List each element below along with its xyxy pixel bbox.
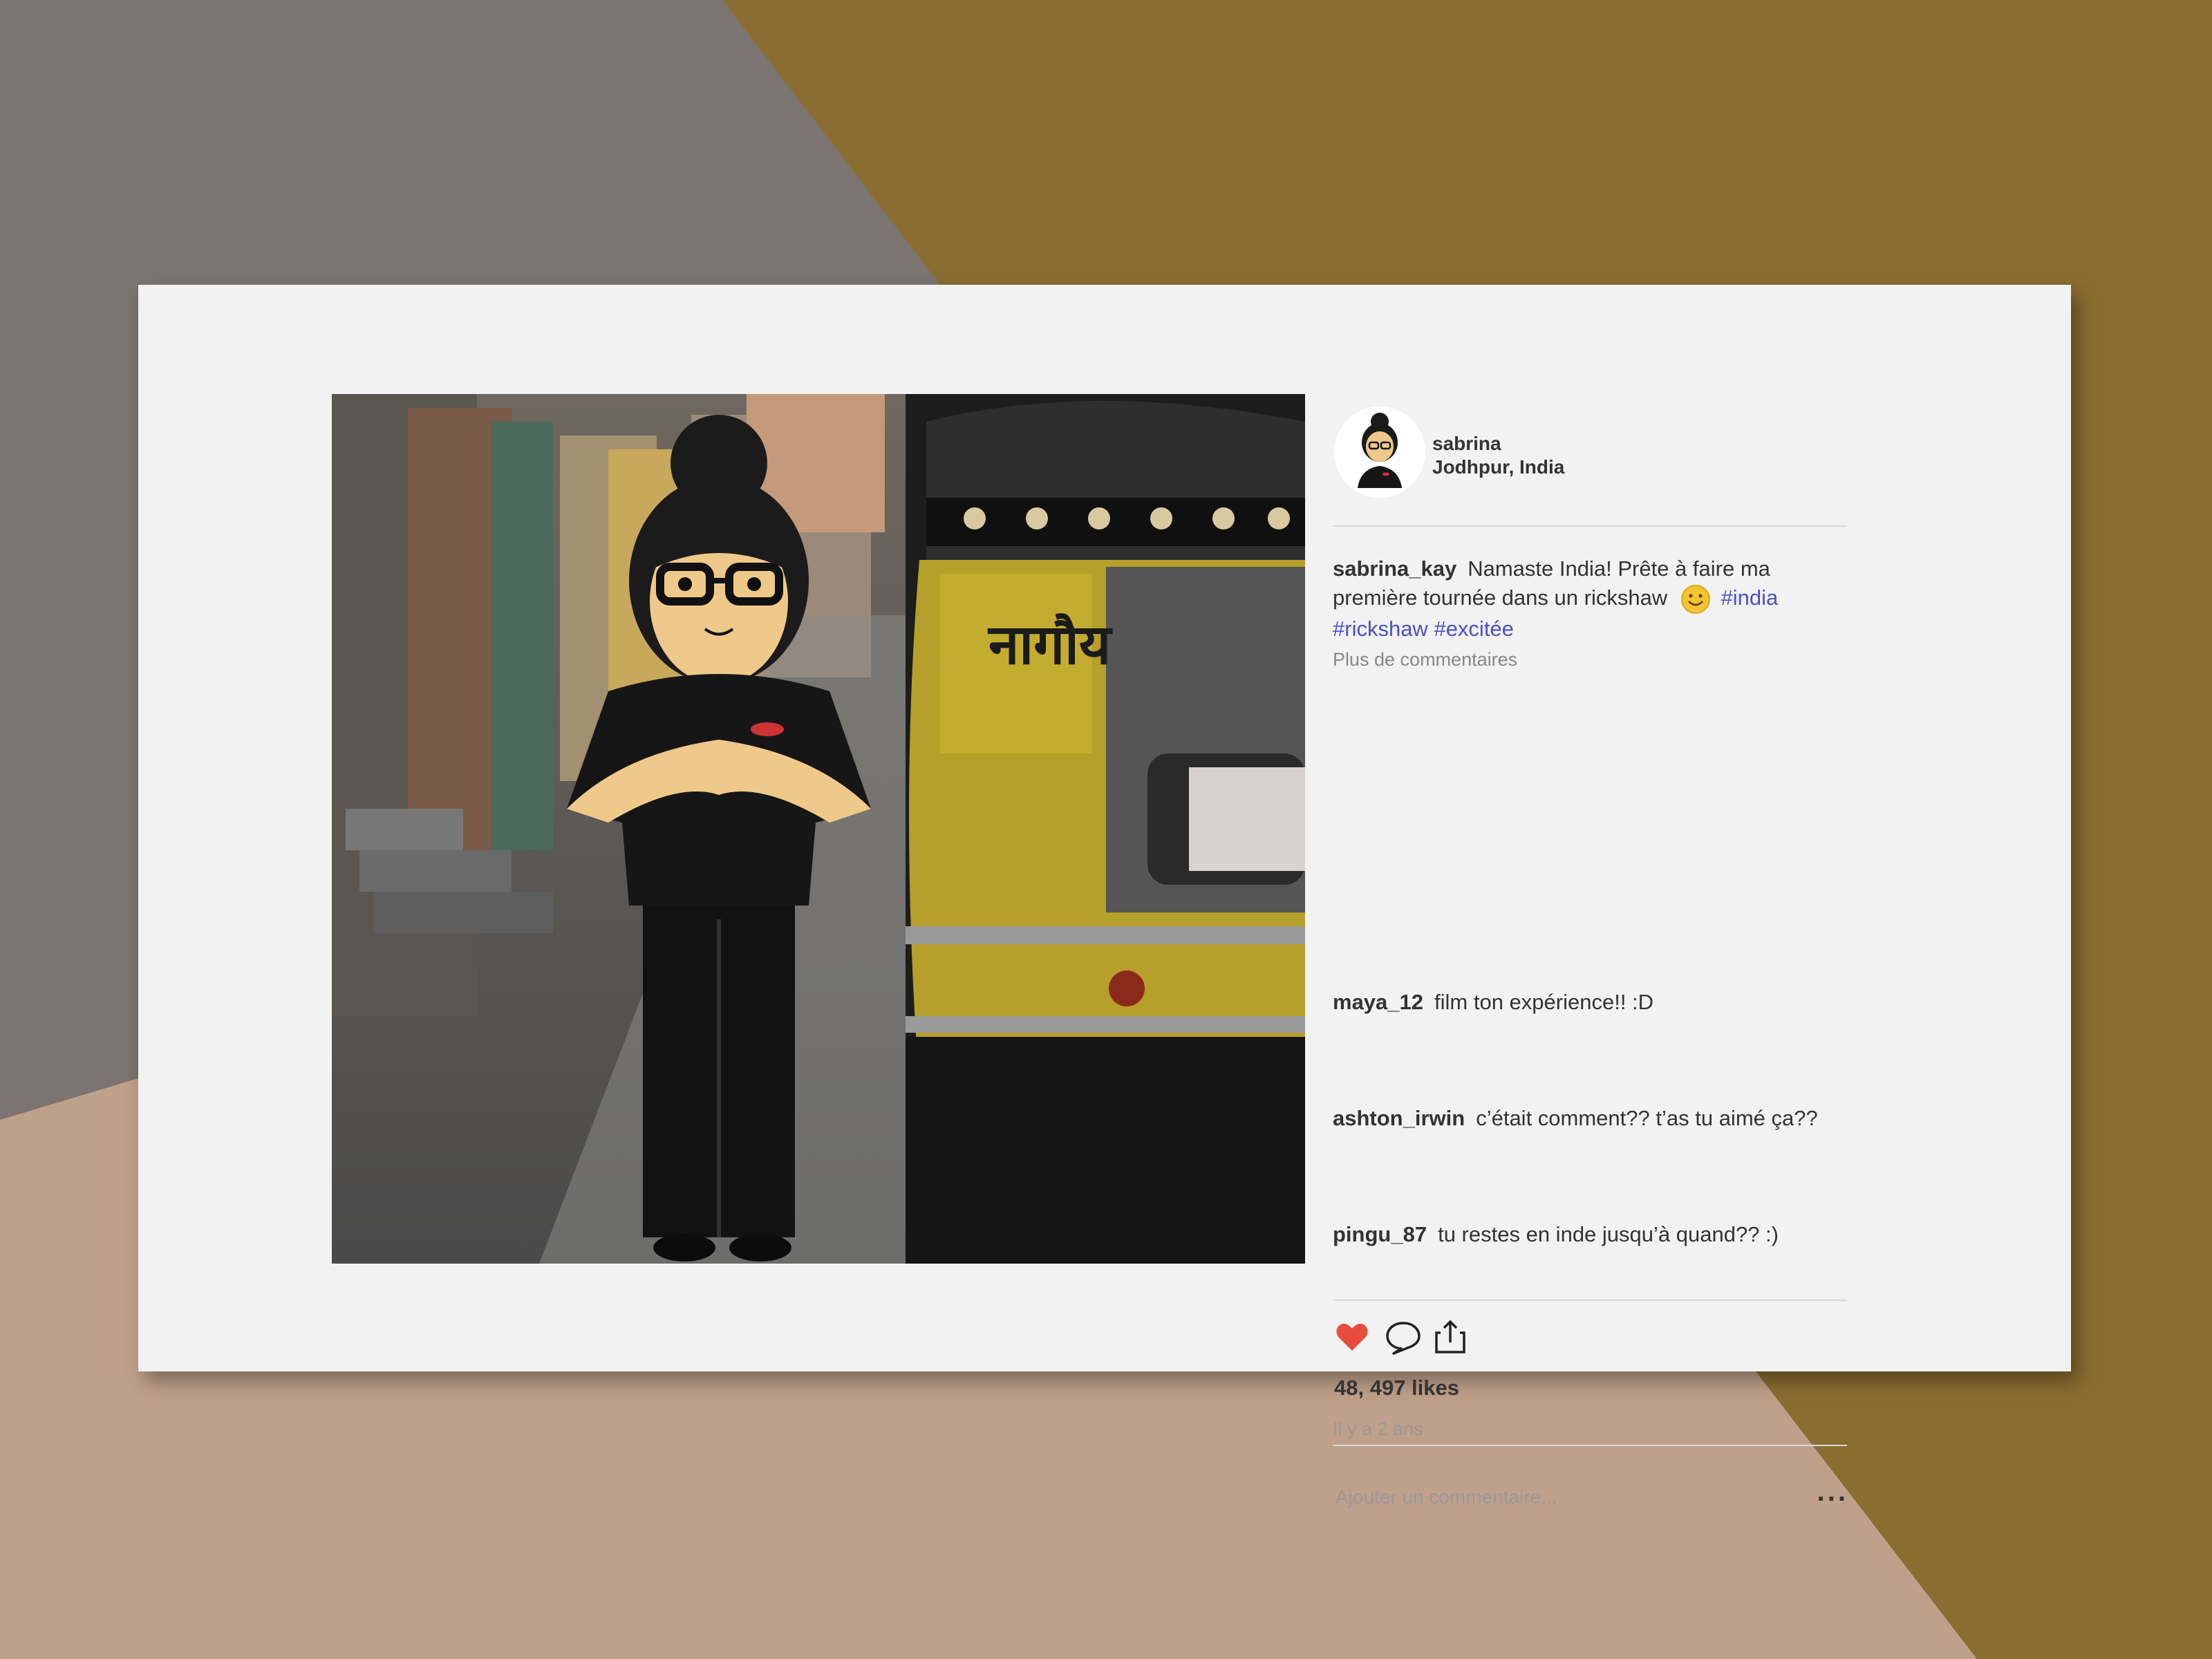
divider	[1333, 1445, 1847, 1446]
comment-text: c’était comment?? t’as tu aimé ça??	[1476, 1106, 1818, 1130]
heart-icon[interactable]	[1333, 1318, 1371, 1356]
post-header: sabrina Jodhpur, India	[1333, 394, 1847, 527]
comment-username[interactable]: ashton_irwin	[1333, 1106, 1465, 1130]
more-comments-link[interactable]: Plus de commentaires	[1333, 649, 1847, 671]
street-illustration: नागौय	[332, 394, 1305, 1264]
speech-bubble-icon[interactable]	[1384, 1318, 1423, 1356]
post-username[interactable]: sabrina	[1432, 433, 1501, 455]
post-caption: sabrina_kay Namaste India! Prête à faire …	[1333, 554, 1847, 644]
caption-username[interactable]: sabrina_kay	[1333, 556, 1456, 581]
comment-item: maya_12 film ton expérience!! :D	[1333, 990, 1653, 1015]
post-timestamp: Il y a 2 ans	[1333, 1418, 1423, 1439]
more-options-button[interactable]: ...	[1817, 1477, 1848, 1508]
add-comment-input[interactable]: Ajouter un commentaire...	[1335, 1486, 1557, 1508]
post-sidebar: sabrina Jodhpur, India sabrina_kay Namast…	[1333, 394, 1847, 1508]
post-location[interactable]: Jodhpur, India	[1432, 456, 1564, 478]
divider	[1333, 1300, 1847, 1301]
comment-username[interactable]: maya_12	[1333, 990, 1423, 1014]
comment-item: ashton_irwin c’était comment?? t’as tu ai…	[1333, 1106, 1818, 1131]
rickshaw-lettering: नागौय	[987, 612, 1113, 677]
post-photo: नागौय	[332, 394, 1305, 1264]
avatar-illustration	[1358, 413, 1402, 488]
post-card: नागौय sabrina Jodhpur, India sabrina_kay…	[138, 285, 2071, 1508]
comment-item: pingu_87 tu restes en inde jusqu’à quand?…	[1333, 1222, 1779, 1247]
comment-username[interactable]: pingu_87	[1333, 1222, 1427, 1246]
smiley-icon	[1680, 584, 1710, 614]
avatar[interactable]	[1334, 406, 1425, 498]
hashtag-excitee[interactable]: #excitée	[1434, 617, 1513, 641]
comment-text: tu restes en inde jusqu’à quand?? :)	[1438, 1222, 1779, 1246]
likes-count[interactable]: 48, 497 likes	[1334, 1376, 1459, 1400]
hashtag-india[interactable]: #india	[1721, 585, 1778, 610]
comment-text: film ton expérience!! :D	[1434, 990, 1654, 1014]
hashtag-rickshaw[interactable]: #rickshaw	[1333, 617, 1428, 641]
share-icon[interactable]	[1431, 1318, 1470, 1356]
